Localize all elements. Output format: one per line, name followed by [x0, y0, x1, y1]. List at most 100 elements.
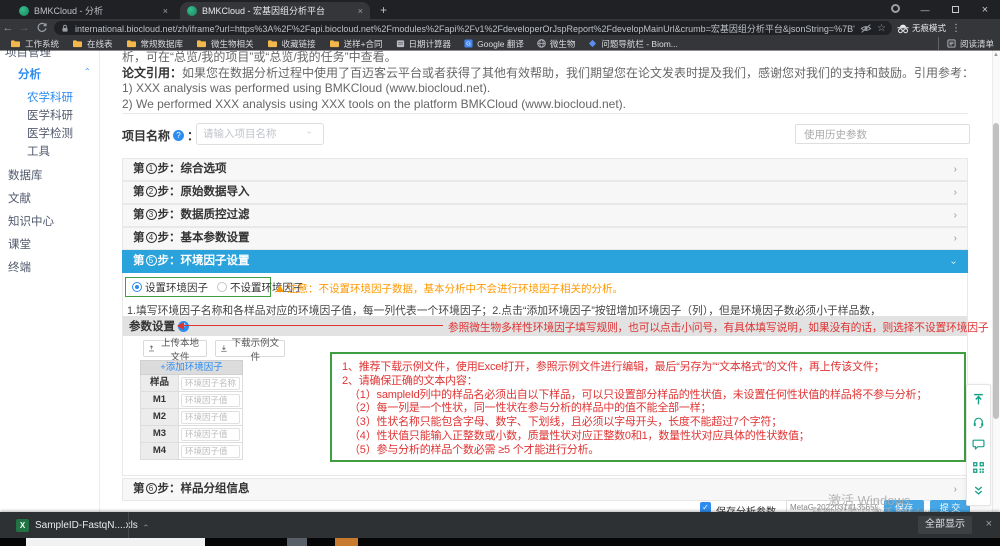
bookmark-item[interactable]: 微生物: [537, 38, 576, 50]
back-icon[interactable]: ←: [0, 22, 16, 34]
upload-local-file-button[interactable]: 上传本地文件: [143, 340, 207, 357]
step-row-3[interactable]: 第3步：数据质控过滤 ›: [122, 204, 968, 227]
bookmark-item[interactable]: 日期计算器: [396, 38, 452, 50]
collapse-double-chevron-icon[interactable]: [972, 484, 985, 497]
env-factor-table: +添加环境因子 样品 M1 M2 M3 M4: [140, 360, 243, 460]
factor-value-input[interactable]: [181, 445, 240, 458]
taskbar-app-icon[interactable]: [335, 538, 358, 546]
step-row-1[interactable]: 第1步：综合选项 ›: [122, 158, 968, 181]
incognito-badge: 无痕模式: [897, 22, 946, 34]
sidebar-item-classroom[interactable]: 课堂: [8, 236, 31, 252]
chevron-up-icon[interactable]: ›: [141, 524, 150, 527]
taskbar-app-icon[interactable]: [287, 538, 307, 546]
radio-unselected-icon: [217, 282, 227, 292]
tab-close-icon[interactable]: ×: [163, 6, 168, 16]
bookmark-folder[interactable]: 常规数据库: [126, 38, 184, 50]
table-row: M4: [140, 443, 243, 460]
download-icon: [220, 344, 228, 353]
bookmark-folder[interactable]: 在线表: [72, 38, 113, 50]
step-row-4[interactable]: 第4步：基本参数设置 ›: [122, 227, 968, 250]
address-toolbar: ← → international.biocloud.net/zh/iframe…: [0, 19, 1000, 37]
refresh-icon[interactable]: [34, 22, 50, 34]
downloads-bar: X SampleID-FastqN....xls › 全部显示 ×: [0, 512, 1000, 538]
sidebar-item-medical-testing[interactable]: 医学检测: [27, 125, 73, 141]
row-label: M1: [141, 392, 179, 408]
reading-list-icon: [947, 39, 956, 48]
window-controls: — ×: [880, 0, 1000, 19]
forward-icon[interactable]: →: [16, 22, 32, 34]
file-format-notice: 1、推荐下载示例文件，使用Excel打开，参照示例文件进行编辑，最后“另存为”“…: [330, 352, 966, 462]
row-label: M2: [141, 409, 179, 425]
sidebar-item-medical-research[interactable]: 医学科研: [27, 107, 73, 123]
chevron-right-icon: ›: [954, 159, 957, 180]
bookmark-item[interactable]: 问题导航栏 - Biom...: [588, 38, 678, 50]
sidebar-item-database[interactable]: 数据库: [8, 167, 43, 183]
chevron-right-icon: ›: [954, 182, 957, 203]
sidebar-item-tools[interactable]: 工具: [27, 143, 50, 159]
sidebar-item-literature[interactable]: 文献: [8, 190, 31, 206]
close-downloads-bar-icon[interactable]: ×: [986, 518, 992, 530]
globe-icon: [537, 39, 546, 48]
step-row-5-active[interactable]: 第5步：环境因子设置 ›: [122, 250, 968, 273]
scrollbar-up-arrow[interactable]: ▲: [993, 52, 999, 58]
table-row: M1: [140, 392, 243, 409]
sidebar-group-analysis[interactable]: 分析: [18, 66, 41, 82]
back-to-top-icon[interactable]: [972, 393, 985, 406]
reading-list[interactable]: 阅读清单: [938, 37, 994, 50]
bookmark-star-icon[interactable]: ☆: [877, 23, 886, 34]
downloaded-file-chip[interactable]: X SampleID-FastqN....xls ›: [10, 516, 152, 534]
factor-name-input[interactable]: [181, 377, 240, 390]
taskbar-search-box[interactable]: [26, 538, 205, 546]
sidebar-item-agri-research[interactable]: 农学科研: [27, 89, 73, 105]
bookmark-folder[interactable]: 微生物相关: [196, 38, 254, 50]
browser-tab-1[interactable]: BMKCloud - 分析 ×: [12, 2, 175, 19]
chevron-up-icon: ⌃: [84, 67, 91, 76]
sidebar-item-terminal[interactable]: 终端: [8, 259, 31, 275]
maximize-button[interactable]: [940, 5, 970, 15]
downloaded-file-name: SampleID-FastqN....xls: [35, 520, 138, 531]
radio-set-env-factor[interactable]: 设置环境因子: [132, 280, 208, 295]
lock-icon: [60, 23, 70, 34]
chat-icon[interactable]: [972, 438, 985, 451]
sidebar-item-knowledge[interactable]: 知识中心: [8, 213, 54, 229]
row-label: M4: [141, 443, 179, 459]
folder-icon: [267, 39, 278, 48]
customer-service-icon[interactable]: [972, 416, 985, 429]
close-button[interactable]: ×: [970, 4, 1000, 16]
incognito-icon: [897, 23, 909, 34]
minimize-button[interactable]: —: [910, 5, 940, 15]
table-row: M2: [140, 409, 243, 426]
factor-value-input[interactable]: [181, 411, 240, 424]
tab-strip: BMKCloud - 分析 × BMKCloud - 宏基因组分析平台 × + …: [0, 0, 1000, 19]
upload-icon: [148, 344, 155, 353]
chevron-right-icon: ›: [954, 479, 957, 500]
bookmark-item[interactable]: GGoogle 翻译: [464, 38, 524, 50]
qr-code-icon[interactable]: [972, 461, 985, 474]
google-translate-icon: G: [464, 39, 473, 48]
citation-ref-2: 2) We performed XXX analysis using XXX t…: [122, 97, 626, 111]
factor-value-input[interactable]: [181, 428, 240, 441]
browser-menu-icon[interactable]: ⋮: [951, 23, 961, 34]
folder-icon: [72, 39, 83, 48]
add-env-factor-link[interactable]: +添加环境因子: [140, 360, 243, 375]
citation-label: 论文引用：: [122, 66, 182, 80]
history-params-button[interactable]: 使用历史参数: [795, 124, 970, 144]
help-icon[interactable]: ?: [173, 130, 184, 141]
step-row-2[interactable]: 第2步：原始数据导入 ›: [122, 181, 968, 204]
bookmark-folder[interactable]: 送样+合同: [329, 38, 383, 50]
row-label: 样品: [141, 375, 179, 391]
bookmark-folder[interactable]: 工作系统: [10, 38, 59, 50]
show-all-downloads-button[interactable]: 全部显示: [918, 516, 972, 534]
factor-value-input[interactable]: [181, 394, 240, 407]
tab-close-icon[interactable]: ×: [358, 6, 363, 16]
url-bar[interactable]: international.biocloud.net/zh/iframe?url…: [54, 21, 892, 35]
scrollbar-thumb[interactable]: [993, 123, 999, 419]
bookmarks-bar: 工作系统 在线表 常规数据库 微生物相关 收藏链接 送样+合同 日期计算器 GG…: [0, 37, 1000, 50]
bookmark-folder[interactable]: 收藏链接: [267, 38, 316, 50]
browser-tab-2[interactable]: BMKCloud - 宏基因组分析平台 ×: [180, 2, 370, 19]
eye-blocked-icon[interactable]: [860, 23, 872, 34]
new-tab-button[interactable]: +: [380, 3, 387, 17]
profile-icon[interactable]: [880, 4, 910, 15]
download-sample-file-button[interactable]: 下载示例文件: [215, 340, 285, 357]
warning-icon: [276, 285, 284, 292]
